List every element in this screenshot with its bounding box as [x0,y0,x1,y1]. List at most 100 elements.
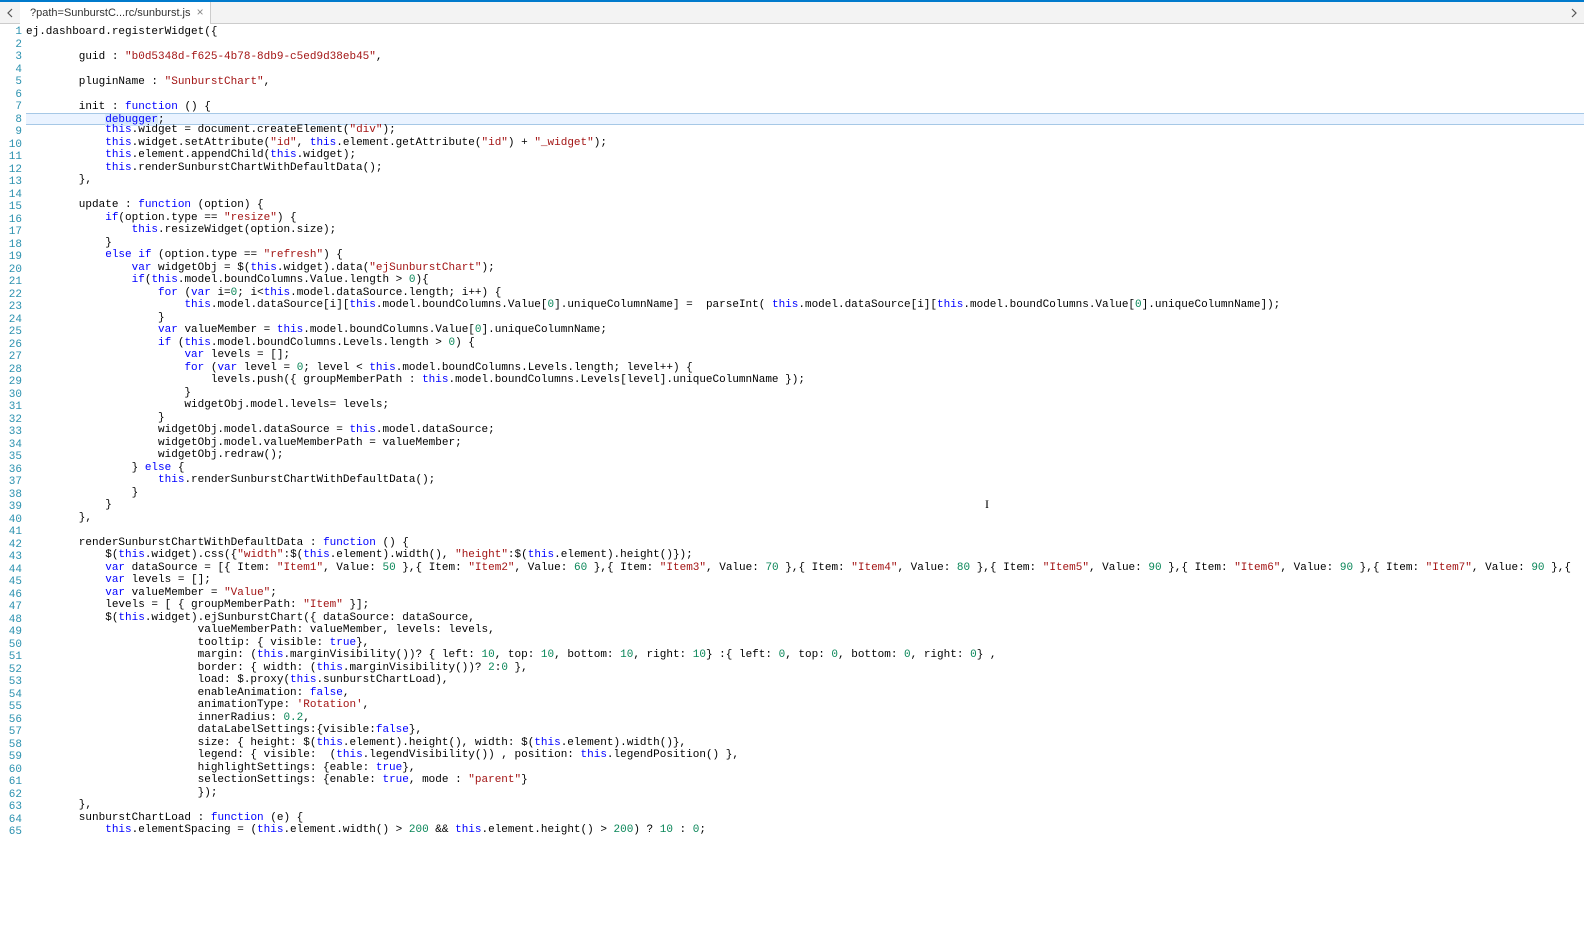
code-line[interactable] [26,187,1584,200]
code-line[interactable]: this.renderSunburstChartWithDefaultData(… [26,474,1584,487]
line-number: 56 [0,714,22,727]
code-line[interactable]: this.model.dataSource[i][this.model.boun… [26,299,1584,312]
code-line[interactable]: for (var i=0; i<this.model.dataSource.le… [26,287,1584,300]
line-number: 35 [0,451,22,464]
code-line[interactable]: }, [26,799,1584,812]
line-number: 1 [0,26,22,39]
line-number: 61 [0,776,22,789]
code-line[interactable]: size: { height: $(this.element).height()… [26,737,1584,750]
code-line[interactable]: if (this.model.boundColumns.Levels.lengt… [26,337,1584,350]
code-line[interactable]: var valueMember = this.model.boundColumn… [26,324,1584,337]
code-line[interactable]: $(this.widget).css({"width":$(this.eleme… [26,549,1584,562]
code-line[interactable]: $(this.widget).ejSunburstChart({ dataSou… [26,612,1584,625]
code-line[interactable]: var dataSource = [{ Item: "Item1", Value… [26,562,1584,575]
code-line[interactable]: legend: { visible: (this.legendVisibilit… [26,749,1584,762]
code-line[interactable]: valueMemberPath: valueMember, levels: le… [26,624,1584,637]
editor-tab-active[interactable]: ?path=SunburstC...rc/sunburst.js × [20,2,211,24]
code-line[interactable]: update : function (option) { [26,199,1584,212]
line-number: 14 [0,189,22,202]
code-line[interactable]: var valueMember = "Value"; [26,587,1584,600]
code-line[interactable]: } [26,237,1584,250]
code-line[interactable]: this.resizeWidget(option.size); [26,224,1584,237]
code-line[interactable]: levels = [ { groupMemberPath: "Item" }]; [26,599,1584,612]
code-line[interactable]: for (var level = 0; level < this.model.b… [26,362,1584,375]
line-number: 36 [0,464,22,477]
line-number: 41 [0,526,22,539]
code-line[interactable]: highlightSettings: {eable: true}, [26,762,1584,775]
line-number: 12 [0,164,22,177]
code-line[interactable]: }, [26,512,1584,525]
code-line[interactable]: this.widget.setAttribute("id", this.elem… [26,137,1584,150]
chevron-right-icon [1569,8,1579,18]
code-line[interactable]: else if (option.type == "refresh") { [26,249,1584,262]
code-area[interactable]: ej.dashboard.registerWidget({ guid : "b0… [26,24,1584,945]
line-number: 42 [0,539,22,552]
line-number: 15 [0,201,22,214]
code-line[interactable]: margin: (this.marginVisibility())? { lef… [26,649,1584,662]
line-number-gutter: 1234567891011121314151617181920212223242… [0,24,26,945]
code-line[interactable]: }, [26,174,1584,187]
code-line[interactable]: guid : "b0d5348d-f625-4b78-8db9-c5ed9d38… [26,51,1584,64]
line-number: 4 [0,64,22,77]
line-number: 63 [0,801,22,814]
code-line[interactable]: var levels = []; [26,574,1584,587]
code-line[interactable]: tooltip: { visible: true}, [26,637,1584,650]
code-line[interactable]: sunburstChartLoad : function (e) { [26,812,1584,825]
code-line[interactable]: selectionSettings: {enable: true, mode :… [26,774,1584,787]
line-number: 65 [0,826,22,839]
tab-close-button[interactable]: × [197,7,204,19]
line-number: 58 [0,739,22,752]
code-line[interactable] [26,39,1584,52]
code-line[interactable]: ej.dashboard.registerWidget({ [26,26,1584,39]
code-line[interactable]: this.widget = document.createElement("di… [26,124,1584,137]
line-number: 40 [0,514,22,527]
code-line[interactable]: dataLabelSettings:{visible:false}, [26,724,1584,737]
line-number: 27 [0,351,22,364]
code-line[interactable]: pluginName : "SunburstChart", [26,76,1584,89]
line-number: 16 [0,214,22,227]
code-line[interactable]: innerRadius: 0.2, [26,712,1584,725]
code-line[interactable]: this.renderSunburstChartWithDefaultData(… [26,162,1584,175]
code-line[interactable]: } [26,312,1584,325]
code-line[interactable]: widgetObj.redraw(); [26,449,1584,462]
code-line[interactable] [26,524,1584,537]
tab-nav-next-button[interactable] [1564,3,1584,23]
code-line[interactable]: var levels = []; [26,349,1584,362]
line-number: 5 [0,76,22,89]
code-line[interactable]: var widgetObj = $(this.widget).data("ejS… [26,262,1584,275]
code-line[interactable]: this.elementSpacing = (this.element.widt… [26,824,1584,837]
line-number: 53 [0,676,22,689]
editor-tab-bar: ?path=SunburstC...rc/sunburst.js × [0,2,1584,24]
line-number: 48 [0,614,22,627]
line-number: 38 [0,489,22,502]
code-line[interactable]: levels.push({ groupMemberPath : this.mod… [26,374,1584,387]
code-editor[interactable]: 1234567891011121314151617181920212223242… [0,24,1584,945]
code-line[interactable]: animationType: 'Rotation', [26,699,1584,712]
code-line[interactable] [26,89,1584,102]
line-number: 64 [0,814,22,827]
tab-title: ?path=SunburstC...rc/sunburst.js [30,7,191,19]
code-line[interactable]: widgetObj.model.valueMemberPath = valueM… [26,437,1584,450]
code-line[interactable]: if(option.type == "resize") { [26,212,1584,225]
code-line[interactable]: }); [26,787,1584,800]
line-number: 29 [0,376,22,389]
code-line[interactable]: this.element.appendChild(this.widget); [26,149,1584,162]
code-line[interactable]: } else { [26,462,1584,475]
line-number: 39 [0,501,22,514]
code-line[interactable]: renderSunburstChartWithDefaultData : fun… [26,537,1584,550]
code-line[interactable]: } [26,499,1584,512]
code-line[interactable]: load: $.proxy(this.sunburstChartLoad), [26,674,1584,687]
code-line[interactable]: if(this.model.boundColumns.Value.length … [26,274,1584,287]
code-line[interactable]: border: { width: (this.marginVisibility(… [26,662,1584,675]
code-line[interactable] [26,64,1584,77]
line-number: 7 [0,101,22,114]
code-line[interactable]: enableAnimation: false, [26,687,1584,700]
code-line[interactable]: widgetObj.model.dataSource = this.model.… [26,424,1584,437]
code-line[interactable]: } [26,412,1584,425]
tab-nav-prev-button[interactable] [0,3,20,23]
code-line[interactable]: } [26,387,1584,400]
line-number: 50 [0,639,22,652]
line-number: 43 [0,551,22,564]
code-line[interactable]: widgetObj.model.levels= levels; [26,399,1584,412]
code-line[interactable]: } [26,487,1584,500]
